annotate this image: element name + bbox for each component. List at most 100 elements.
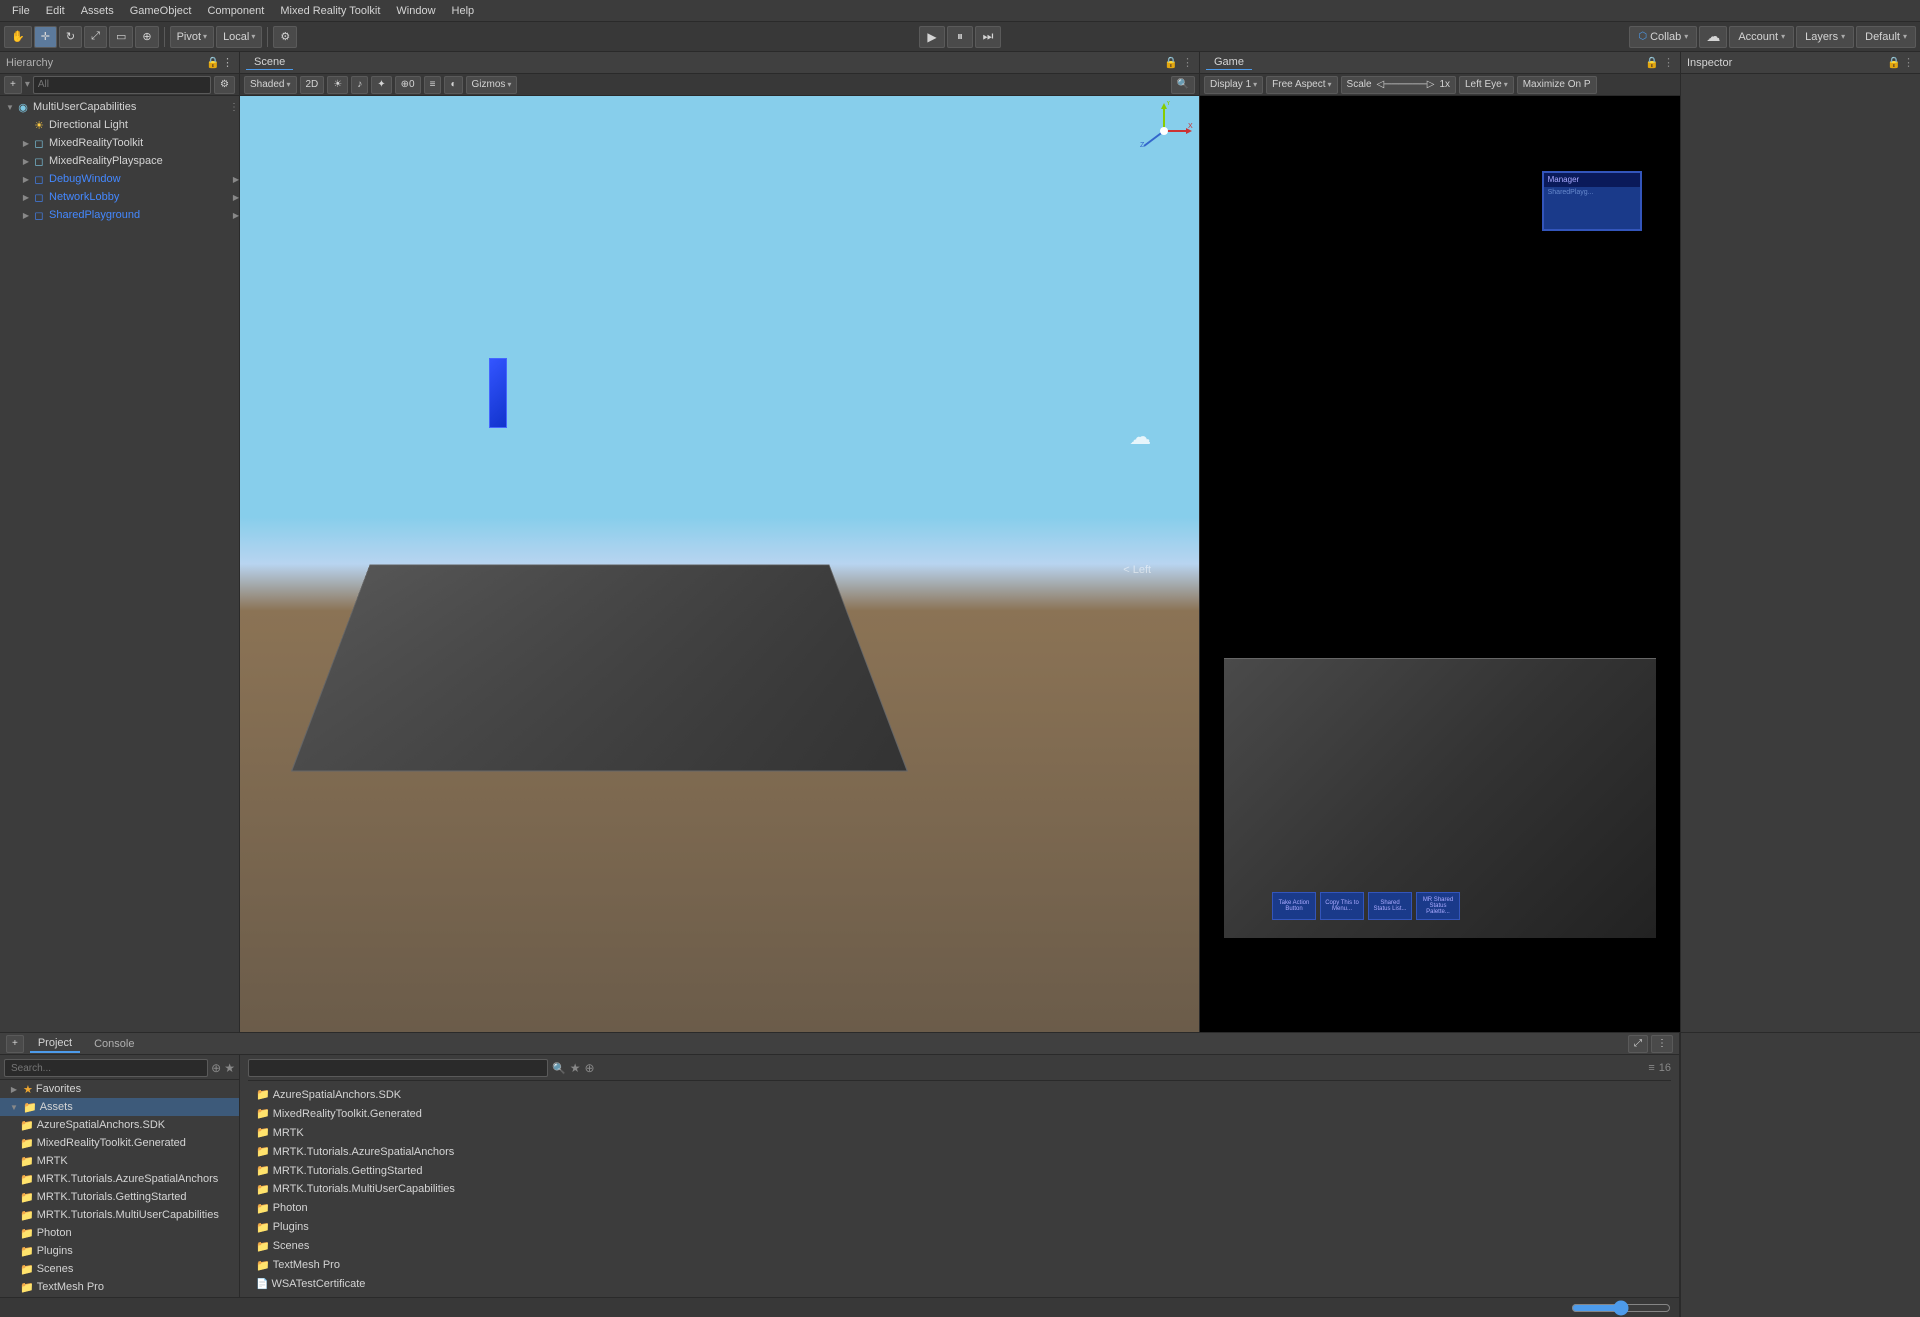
tool-scale[interactable]: ⤢ — [84, 26, 107, 48]
search-filter-icon[interactable]: ⊕ — [211, 1061, 221, 1075]
menu-edit[interactable]: Edit — [38, 3, 73, 19]
tree-item-sharedplayground[interactable]: ▶ ◻ SharedPlayground ▶ — [0, 206, 239, 224]
file-textmesh[interactable]: 📁 TextMesh Pro — [248, 1256, 1671, 1274]
2d-button[interactable]: 2D — [300, 76, 325, 94]
default-layout-button[interactable]: Default ▾ — [1856, 26, 1916, 48]
local-button[interactable]: Local ▾ — [216, 26, 262, 48]
tree-textmesh[interactable]: 📁 TextMesh Pro — [0, 1278, 239, 1296]
tree-mrtk[interactable]: 📁 MRTK — [0, 1152, 239, 1170]
file-azure-sdk[interactable]: 📁 AzureSpatialAnchors.SDK — [248, 1086, 1671, 1104]
console-tab[interactable]: Console — [86, 1036, 142, 1052]
aspect-dropdown[interactable]: Free Aspect ▾ — [1266, 76, 1337, 94]
menu-window[interactable]: Window — [388, 3, 443, 19]
tree-item-mrtk[interactable]: ▶ ◻ MixedRealityToolkit — [0, 134, 239, 152]
search-star-icon[interactable]: ★ — [224, 1061, 235, 1075]
tree-item-multiuser[interactable]: ▼ ◉ MultiUserCapabilities ⋮ — [0, 98, 239, 116]
file-mrtk-getting[interactable]: 📁 MRTK.Tutorials.GettingStarted — [248, 1162, 1671, 1180]
shading-dropdown[interactable]: Shaded ▾ — [244, 76, 297, 94]
search-scene[interactable]: 🔍 — [1171, 76, 1195, 94]
tree-mrtk-gen[interactable]: 📁 MixedRealityToolkit.Generated — [0, 1134, 239, 1152]
tree-mrtk-getting[interactable]: 📁 MRTK.Tutorials.GettingStarted — [0, 1188, 239, 1206]
game-card-3[interactable]: MR Shared Status Palette... — [1416, 892, 1460, 920]
step-button[interactable]: ⏭ — [975, 26, 1001, 48]
tree-item-networklobby[interactable]: ▶ ◻ NetworkLobby ▶ — [0, 188, 239, 206]
file-mrtk[interactable]: 📁 MRTK — [248, 1124, 1671, 1142]
tool-transform[interactable]: ⊕ — [135, 26, 158, 48]
inspector-menu-icon[interactable]: ⋮ — [1903, 56, 1914, 69]
files-star-icon[interactable]: ★ — [570, 1061, 581, 1075]
menu-file[interactable]: File — [4, 3, 38, 19]
hierarchy-add-button[interactable]: + — [4, 76, 22, 94]
lighting-button[interactable]: ☀ — [327, 76, 348, 94]
scene-canvas[interactable]: ☁ < Left Y — [240, 96, 1199, 1032]
file-mrtk-gen[interactable]: 📁 MixedRealityToolkit.Generated — [248, 1105, 1671, 1123]
project-search-input[interactable] — [4, 1059, 208, 1077]
game-header-menu[interactable]: ⋮ — [1663, 56, 1674, 69]
scene-more[interactable]: ◐ — [444, 76, 462, 94]
files-filter-icon[interactable]: ⊕ — [584, 1061, 594, 1075]
scene-tab[interactable]: Scene — [246, 55, 293, 70]
scale-control[interactable]: Scale ◁──────▷ 1x — [1341, 76, 1456, 94]
tree-azure-sdk[interactable]: 📁 AzureSpatialAnchors.SDK — [0, 1116, 239, 1134]
thumbnail-size-slider[interactable] — [1571, 1302, 1671, 1314]
game-card-2[interactable]: Shared Status List... — [1368, 892, 1412, 920]
game-header-lock[interactable]: 🔒 — [1645, 56, 1659, 69]
game-tab[interactable]: Game — [1206, 55, 1252, 70]
tool-hand[interactable]: ✋ — [4, 26, 32, 48]
maximize-button[interactable]: Maximize On P — [1517, 76, 1597, 94]
tree-item-dirlight[interactable]: ☀ Directional Light — [0, 116, 239, 134]
tree-photon[interactable]: 📁 Photon — [0, 1224, 239, 1242]
hierarchy-search-input[interactable] — [33, 76, 211, 94]
project-tab[interactable]: Project — [30, 1035, 80, 1053]
menu-mrtk[interactable]: Mixed Reality Toolkit — [272, 3, 388, 19]
display-dropdown[interactable]: Display 1 ▾ — [1204, 76, 1263, 94]
menu-component[interactable]: Component — [199, 3, 272, 19]
assets-item[interactable]: ▼ 📁 Assets — [0, 1098, 239, 1116]
file-scenes[interactable]: 📁 Scenes — [248, 1237, 1671, 1255]
tree-mrtk-multi[interactable]: 📁 MRTK.Tutorials.MultiUserCapabilities — [0, 1206, 239, 1224]
cloud-button[interactable]: ☁ — [1699, 26, 1727, 48]
inspector-lock-icon[interactable]: 🔒 — [1887, 56, 1901, 69]
file-mrtk-azure[interactable]: 📁 MRTK.Tutorials.AzureSpatialAnchors — [248, 1143, 1671, 1161]
extra-tool[interactable]: ⚙ — [273, 26, 297, 48]
play-button[interactable]: ▶ — [919, 26, 945, 48]
effects-button[interactable]: ✦ — [371, 76, 391, 94]
item-menu-icon[interactable]: ⋮ — [229, 102, 239, 113]
file-photon[interactable]: 📁 Photon — [248, 1199, 1671, 1217]
account-button[interactable]: Account ▾ — [1729, 26, 1794, 48]
audio-button[interactable]: ♪ — [351, 76, 368, 94]
tree-item-playspace[interactable]: ▶ ◻ MixedRealityPlayspace — [0, 152, 239, 170]
file-wsa[interactable]: 📄 WSATestCertificate — [248, 1275, 1671, 1293]
files-search-input[interactable] — [248, 1059, 548, 1077]
tool-move[interactable]: ✛ — [34, 26, 57, 48]
project-expand-icon[interactable]: ⤢ — [1628, 1035, 1648, 1053]
menu-gameobject[interactable]: GameObject — [122, 3, 200, 19]
eye-dropdown[interactable]: Left Eye ▾ — [1459, 76, 1514, 94]
tool-rect[interactable]: ▭ — [109, 26, 133, 48]
file-plugins[interactable]: 📁 Plugins — [248, 1218, 1671, 1236]
game-canvas[interactable]: Manager SharedPlayg... Take Action Butto… — [1200, 96, 1680, 1032]
tree-plugins[interactable]: 📁 Plugins — [0, 1242, 239, 1260]
tree-scenes[interactable]: 📁 Scenes — [0, 1260, 239, 1278]
layers-button[interactable]: Layers ▾ — [1796, 26, 1854, 48]
scene-header-menu[interactable]: ⋮ — [1182, 56, 1193, 69]
scene-header-lock[interactable]: 🔒 — [1164, 56, 1178, 69]
pivot-button[interactable]: Pivot ▾ — [170, 26, 214, 48]
pause-button[interactable]: ⏸ — [947, 26, 973, 48]
collab-button[interactable]: ⬡ Collab ▾ — [1629, 26, 1697, 48]
hierarchy-menu-icon[interactable]: ⋮ — [222, 56, 233, 69]
tree-mrtk-azure[interactable]: 📁 MRTK.Tutorials.AzureSpatialAnchors — [0, 1170, 239, 1188]
scene-layers[interactable]: ≡ — [424, 76, 442, 94]
game-card-1[interactable]: Copy This to Menu... — [1320, 892, 1364, 920]
tree-item-debugwindow[interactable]: ▶ ◻ DebugWindow ▶ — [0, 170, 239, 188]
hierarchy-filter-button[interactable]: ⚙ — [214, 76, 235, 94]
tool-rotate[interactable]: ↻ — [59, 26, 82, 48]
menu-assets[interactable]: Assets — [73, 3, 122, 19]
menu-help[interactable]: Help — [444, 3, 483, 19]
hierarchy-lock-icon[interactable]: 🔒 — [206, 56, 220, 69]
gizmos-dropdown[interactable]: Gizmos ▾ — [466, 76, 518, 94]
project-menu-icon[interactable]: ⋮ — [1651, 1035, 1673, 1053]
project-add-button[interactable]: + — [6, 1035, 24, 1053]
scene-fx-0[interactable]: ⊕0 — [395, 76, 421, 94]
favorites-item[interactable]: ▶ ★ Favorites — [0, 1080, 239, 1098]
